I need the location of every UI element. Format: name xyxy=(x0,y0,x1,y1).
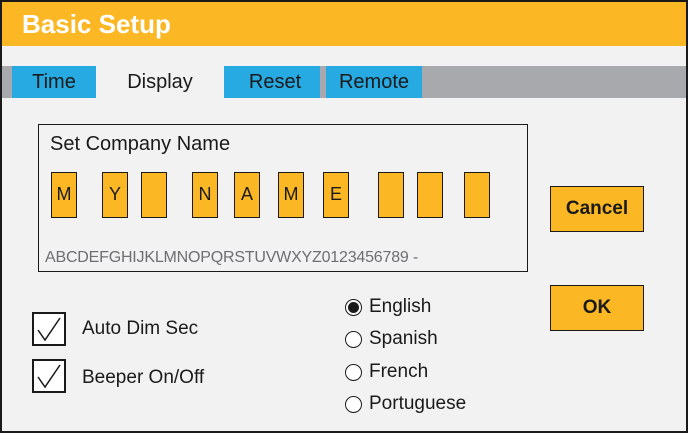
char-slot-10[interactable] xyxy=(464,172,490,218)
character-set[interactable]: ABCDEFGHIJKLMNOPQRSTUVWXYZ0123456789 - xyxy=(45,249,418,267)
tab-display[interactable]: Display xyxy=(96,66,224,98)
ok-button[interactable]: OK xyxy=(550,285,644,331)
checkmark-icon xyxy=(37,317,61,342)
tab-reset[interactable]: Reset xyxy=(224,66,326,98)
cancel-button[interactable]: Cancel xyxy=(550,186,644,232)
radio-selected-icon xyxy=(345,299,362,316)
char-slot-3[interactable] xyxy=(141,172,167,218)
char-slot-5[interactable]: A xyxy=(234,172,260,218)
char-slot-4[interactable]: N xyxy=(192,172,218,218)
radio-spanish-label: Spanish xyxy=(369,328,438,349)
radio-portuguese-label: Portuguese xyxy=(369,393,467,414)
char-slot-8[interactable] xyxy=(378,172,404,218)
company-name-title: Set Company Name xyxy=(50,133,231,155)
char-slot-1[interactable]: M xyxy=(51,172,77,218)
radio-french-label: French xyxy=(369,361,429,382)
beeper-label: Beeper On/Off xyxy=(82,367,205,388)
char-slot-2[interactable]: Y xyxy=(102,172,128,218)
checkmark-icon xyxy=(37,364,61,389)
char-slot-6[interactable]: M xyxy=(278,172,304,218)
char-slot-9[interactable] xyxy=(417,172,443,218)
window-title: Basic Setup xyxy=(2,2,686,46)
auto-dim-checkbox[interactable] xyxy=(32,312,66,346)
tab-time[interactable]: Time xyxy=(12,66,96,98)
company-name-group: Set Company Name M Y N A M E ABCDEFGHIJK… xyxy=(38,124,528,272)
tab-remote[interactable]: Remote xyxy=(326,66,422,98)
radio-english-label: English xyxy=(369,296,432,317)
radio-icon xyxy=(345,331,362,348)
beeper-checkbox[interactable] xyxy=(32,359,66,393)
tab-bar: Time Display Reset Remote xyxy=(2,66,686,98)
char-slot-7[interactable]: E xyxy=(323,172,349,218)
auto-dim-label: Auto Dim Sec xyxy=(82,318,199,339)
radio-icon xyxy=(345,396,362,413)
basic-setup-window: Basic Setup Time Display Reset Remote Se… xyxy=(0,0,688,433)
radio-icon xyxy=(345,364,362,381)
